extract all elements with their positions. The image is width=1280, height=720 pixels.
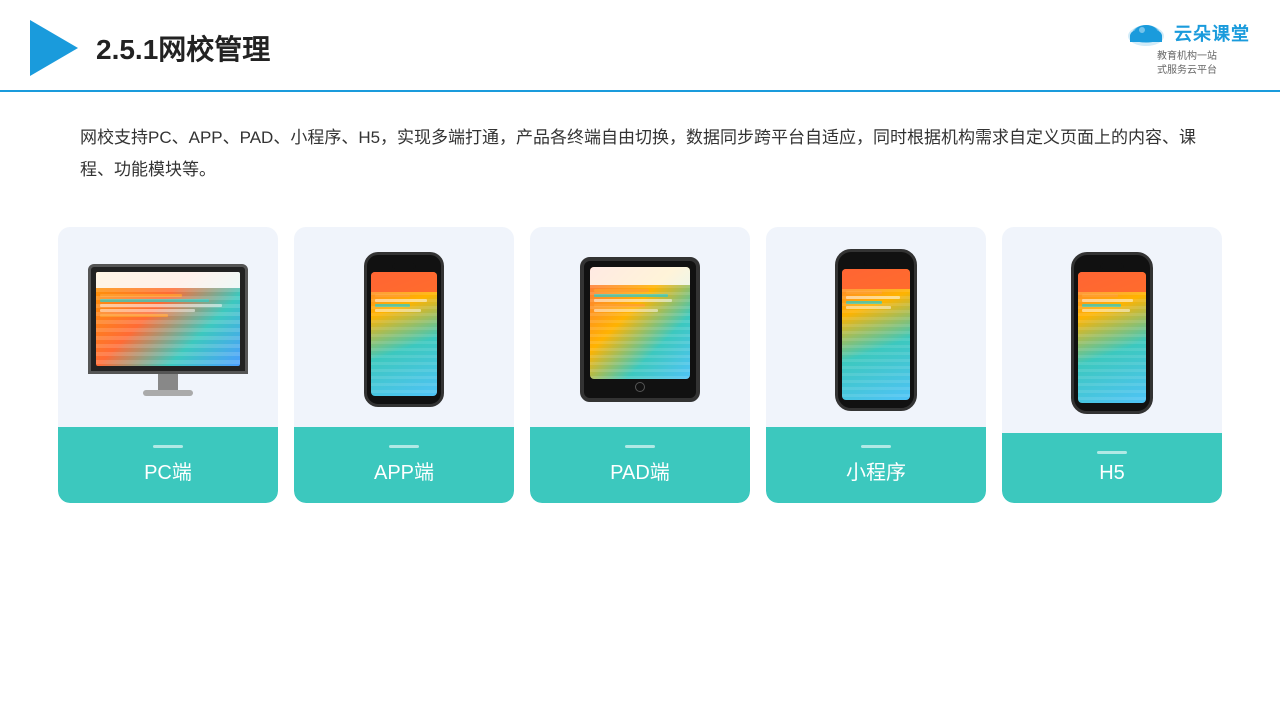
cloud-icon <box>1124 18 1168 48</box>
card-pad: PAD端 <box>530 227 750 503</box>
header-left: 2.5.1网校管理 <box>30 20 270 76</box>
card-h5-image <box>1002 227 1222 433</box>
header: 2.5.1网校管理 云朵课堂 教育机构一站 式服务云平台 <box>0 0 1280 92</box>
card-h5-label: H5 <box>1002 433 1222 503</box>
pc-monitor-icon <box>88 264 248 396</box>
card-pad-label: PAD端 <box>530 427 750 503</box>
card-miniprogram-image <box>766 227 986 427</box>
card-app-image <box>294 227 514 427</box>
phone-mockup-icon <box>364 252 444 407</box>
page-title: 2.5.1网校管理 <box>96 28 270 68</box>
card-app: APP端 <box>294 227 514 503</box>
card-pc: PC端 <box>58 227 278 503</box>
card-app-label: APP端 <box>294 427 514 503</box>
description-text: 网校支持PC、APP、PAD、小程序、H5，实现多端打通，产品各终端自由切换，数… <box>0 92 1280 197</box>
card-miniprogram-label: 小程序 <box>766 427 986 503</box>
brand-name: 云朵课堂 <box>1174 20 1250 46</box>
card-pad-image <box>530 227 750 427</box>
card-miniprogram: 小程序 <box>766 227 986 503</box>
phone-h5-icon <box>1071 252 1153 414</box>
phone-miniprogram-icon <box>835 249 917 411</box>
logo-triangle-icon <box>30 20 78 76</box>
brand-slogan: 教育机构一站 式服务云平台 <box>1157 50 1217 78</box>
card-pc-image <box>58 227 278 427</box>
brand-logo: 云朵课堂 <box>1124 18 1250 48</box>
card-pc-label: PC端 <box>58 427 278 503</box>
header-right: 云朵课堂 教育机构一站 式服务云平台 <box>1124 18 1250 78</box>
tablet-mockup-icon <box>580 257 700 402</box>
card-h5: H5 <box>1002 227 1222 503</box>
cards-container: PC端 APP端 <box>0 197 1280 503</box>
